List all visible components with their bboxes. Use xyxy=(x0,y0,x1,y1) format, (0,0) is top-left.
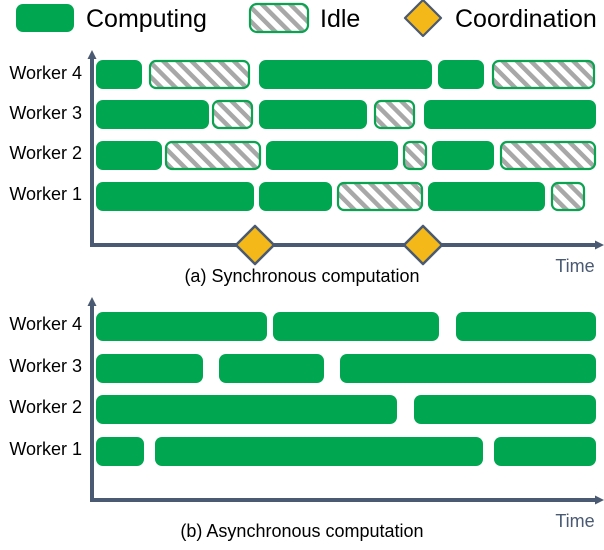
legend-label: Computing xyxy=(86,5,207,33)
computing-swatch-icon xyxy=(16,4,74,32)
idle-bar xyxy=(148,59,251,90)
coordination-marker xyxy=(402,224,444,266)
computing-bar xyxy=(96,312,267,341)
time-axis-label: Time xyxy=(555,511,594,531)
panel-caption: (a) Synchronous computation xyxy=(184,266,419,286)
idle-bar xyxy=(499,140,597,171)
computing-bar xyxy=(155,437,483,466)
computing-bar xyxy=(424,100,596,129)
legend-label: Idle xyxy=(320,5,360,33)
panels: Worker 4 Worker 3 Worker 2 Worker 1 Time (a) … xyxy=(9,50,604,541)
worker-row: Worker 2 xyxy=(9,395,596,424)
worker-row: Worker 1 xyxy=(9,437,596,466)
computing-bar xyxy=(494,437,596,466)
worker-row-label: Worker 2 xyxy=(9,397,82,417)
legend-item-computing: Computing xyxy=(16,4,207,33)
idle-bar xyxy=(336,181,424,212)
computing-bar xyxy=(259,182,332,211)
panel-a: Worker 4 Worker 3 Worker 2 Worker 1 Time (a) … xyxy=(9,50,604,286)
worker-row: Worker 3 xyxy=(9,354,596,383)
worker-row: Worker 2 xyxy=(9,140,597,171)
gantt-figure: Computing Idle Coordination Worker 4 Worker… xyxy=(0,0,604,550)
computing-bar xyxy=(96,100,209,129)
computing-bar xyxy=(96,182,254,211)
worker-row: Worker 3 xyxy=(9,99,596,130)
idle-bar xyxy=(164,140,262,171)
worker-row-label: Worker 4 xyxy=(9,314,82,334)
coordination-diamond-icon xyxy=(403,0,443,38)
computing-bar xyxy=(96,395,397,424)
computing-bar xyxy=(219,354,324,383)
panel-caption: (b) Asynchronous computation xyxy=(180,521,423,541)
legend: Computing Idle Coordination xyxy=(16,0,597,38)
legend-item-idle: Idle xyxy=(248,2,360,34)
figure-canvas: Computing Idle Coordination Worker 4Worker… xyxy=(9,0,604,541)
computing-bar xyxy=(432,141,494,170)
worker-row-label: Worker 1 xyxy=(9,439,82,459)
computing-bar xyxy=(438,60,484,89)
coordination-marker xyxy=(234,224,276,266)
worker-row-label: Worker 1 xyxy=(9,184,82,204)
computing-bar xyxy=(273,312,439,341)
panel-b: Worker 4 Worker 3 Worker 2 Worker 1 Time (b) … xyxy=(9,297,604,541)
idle-bar xyxy=(550,181,586,212)
computing-bar xyxy=(96,354,203,383)
computing-bar xyxy=(96,60,142,89)
worker-row-label: Worker 3 xyxy=(9,356,82,376)
computing-bar xyxy=(266,141,398,170)
worker-row: Worker 4 xyxy=(9,59,596,90)
worker-row: Worker 4 xyxy=(9,312,596,341)
idle-swatch-icon xyxy=(248,2,310,34)
worker-row-label: Worker 2 xyxy=(9,143,82,163)
computing-bar xyxy=(259,100,367,129)
computing-bar xyxy=(456,312,596,341)
idle-bar xyxy=(211,99,254,130)
time-axis-label: Time xyxy=(555,256,594,276)
legend-label: Coordination xyxy=(455,5,597,33)
legend-item-coordination: Coordination xyxy=(403,0,597,38)
computing-bar xyxy=(96,437,144,466)
idle-bar xyxy=(373,99,416,130)
computing-bar xyxy=(259,60,432,89)
computing-bar xyxy=(428,182,545,211)
computing-bar xyxy=(340,354,596,383)
idle-bar xyxy=(402,140,428,171)
computing-bar xyxy=(414,395,596,424)
computing-bar xyxy=(96,141,162,170)
worker-row: Worker 1 xyxy=(9,181,586,212)
worker-row-label: Worker 3 xyxy=(9,103,82,123)
idle-bar xyxy=(491,59,596,90)
worker-row-label: Worker 4 xyxy=(9,63,82,83)
